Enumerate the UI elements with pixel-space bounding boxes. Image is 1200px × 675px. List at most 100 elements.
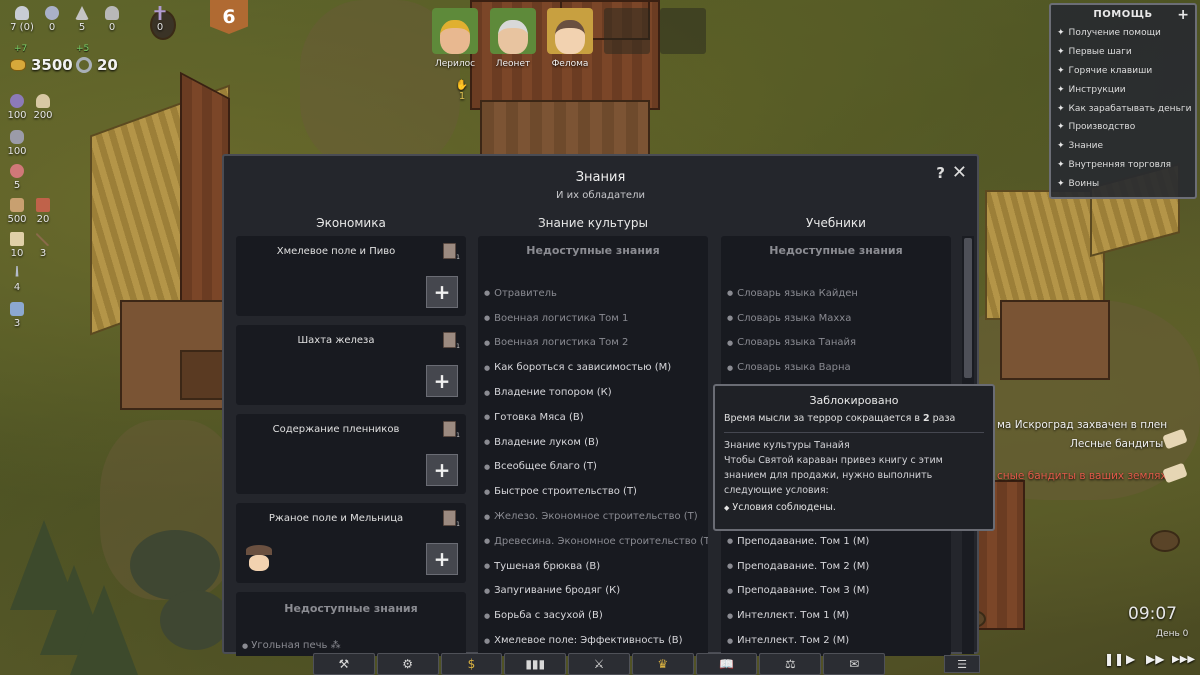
help-item[interactable]: ✦ Как зарабатывать деньги (1057, 99, 1192, 118)
knowledge-item[interactable]: ● Интеллект. Том 1 (М) (721, 603, 951, 628)
portrait-lerilos[interactable] (432, 8, 478, 54)
portrait-leonet[interactable] (490, 8, 536, 54)
help-item[interactable]: ✦ Знание (1057, 137, 1189, 156)
extra-value: 1 (458, 91, 466, 102)
knowledge-item[interactable]: ● Интеллект. Том 2 (М) (721, 628, 951, 653)
resource-value: 5 (13, 180, 21, 191)
knowledge-item[interactable]: ● Тушеная брюква (В) (478, 554, 708, 579)
knowledge-item[interactable]: ● Быстрое строительство (Т) (478, 479, 708, 504)
law-scales-button[interactable]: ⚖ (759, 653, 822, 675)
knowledge-item[interactable]: ● Словарь языка Варна (721, 355, 951, 380)
play-button[interactable]: ▶ (1126, 652, 1135, 666)
knowledge-item[interactable]: ● Отравитель (478, 281, 708, 306)
help-item[interactable]: ✦ Производство (1057, 118, 1189, 137)
help-item-label: Как зарабатывать деньги (1068, 103, 1192, 114)
resource-workers[interactable]: 0 (42, 6, 62, 33)
knowledge-book-button[interactable]: 📖 (695, 653, 758, 675)
help-question-button[interactable]: ? (936, 164, 945, 182)
knowledge-item[interactable]: ● Древесина. Экономное строительство (Т) (478, 529, 708, 554)
fastest-button[interactable]: ▶▶▶ (1172, 654, 1195, 665)
resource-wood[interactable]: 500 (6, 198, 28, 225)
empty-portrait-slot[interactable] (604, 8, 650, 54)
iron-delta: +5 (76, 44, 90, 54)
help-item[interactable]: ✦ Воины (1057, 174, 1189, 193)
help-item[interactable]: ✦ Горячие клавиши (1057, 62, 1189, 81)
economy-card-title: Ржаное поле и Мельница (268, 513, 404, 524)
economy-card-title: Хмелевое поле и Пиво (276, 246, 396, 257)
economy-card[interactable]: Шахта железа + (236, 325, 466, 405)
fast-forward-button[interactable]: ▶▶ (1146, 652, 1164, 666)
resource-grain[interactable]: 200 (32, 94, 54, 121)
menu-list-button[interactable]: ☰ (944, 655, 980, 673)
money-bag-button[interactable]: $ (440, 653, 503, 675)
crown-button[interactable]: ♛ (631, 653, 694, 675)
resource-value: 3 (39, 248, 47, 259)
resource-scroll[interactable]: 10 (6, 232, 28, 259)
help-item[interactable]: ✦ Первые шаги (1057, 43, 1189, 62)
book-icon (443, 243, 460, 261)
help-item[interactable]: ✦ Получение помощи (1057, 24, 1189, 43)
economy-card[interactable]: Ржаное поле и Мельница + (236, 503, 466, 583)
knowledge-item[interactable]: ● Словарь языка Кайден (721, 281, 951, 306)
close-button[interactable]: ✕ (952, 162, 967, 183)
bullet-icon: ● (484, 338, 491, 347)
help-item[interactable]: ✦ Внутренняя торговля (1057, 156, 1189, 175)
bullet-icon: ● (484, 363, 491, 372)
add-holder-button[interactable]: + (426, 276, 458, 308)
knowledge-item[interactable]: ● Готовка Мяса (В) (478, 405, 708, 430)
resource-brick[interactable]: 20 (32, 198, 54, 225)
resource-people[interactable]: 7 (0) (10, 6, 34, 33)
scrollbar-thumb[interactable] (964, 238, 972, 378)
knowledge-item[interactable]: ● Словарь языка Танайя (721, 331, 951, 356)
add-holder-button[interactable]: + (426, 543, 458, 575)
knowledge-item[interactable]: ● Как бороться с зависимостью (М) (478, 355, 708, 380)
knowledge-item[interactable]: ● Запугивание бродяг (К) (478, 579, 708, 604)
gold-counter[interactable]: 3500 (10, 56, 73, 74)
iron-counter[interactable]: 20 (76, 56, 118, 74)
resource-bow[interactable]: 3 (32, 232, 54, 259)
resource-value: 500 (7, 214, 27, 225)
knowledge-item[interactable]: ● Борьба с засухой (В) (478, 603, 708, 628)
empty-portrait-slot[interactable] (660, 8, 706, 54)
tooltip-effect: Время мысли за террор сокращается в 2 ра… (715, 413, 993, 424)
resource-wine[interactable]: 100 (6, 130, 28, 157)
notification[interactable]: ма Искроград захвачен в плен (997, 419, 1167, 431)
settings-gear-button[interactable]: ⚙ (376, 653, 439, 675)
build-hammer-button[interactable]: ⚒ (313, 653, 375, 675)
statistics-button[interactable]: ▮▮▮ (504, 653, 567, 675)
resource-sword[interactable]: 4 (6, 266, 28, 293)
knowledge-item[interactable]: ● Хмелевое поле: Эффективность (В) (478, 628, 708, 653)
resource-meat[interactable]: 5 (6, 164, 28, 191)
economy-card[interactable]: Содержание пленников + (236, 414, 466, 494)
notification-alert[interactable]: сные бандиты в ваших землях (997, 470, 1167, 482)
economy-card[interactable]: Хмелевое поле и Пиво + (236, 236, 466, 316)
resource-prisoners[interactable]: 0 (102, 6, 122, 33)
resource-food[interactable]: 100 (6, 94, 28, 121)
map-letter-button[interactable]: ✉ (823, 653, 886, 675)
knowledge-item[interactable]: ● Всеобщее благо (Т) (478, 455, 708, 480)
knowledge-item[interactable]: ● Преподавание. Том 1 (М) (721, 529, 951, 554)
resource-armor[interactable]: 3 (6, 302, 28, 329)
help-item[interactable]: ✦ Инструкции (1057, 80, 1189, 99)
culture-knowledge-list[interactable]: Недоступные знания ● Отравитель ● Военная л… (478, 236, 708, 656)
knowledge-item[interactable]: ● Железо. Экономное строительство (Т) (478, 504, 708, 529)
military-swords-button[interactable]: ⚔ (568, 653, 630, 675)
knowledge-item[interactable]: ● Преподавание. Том 3 (М) (721, 579, 951, 604)
holder-portrait-icon[interactable] (246, 545, 272, 573)
knowledge-item[interactable]: ● Словарь языка Махха (721, 306, 951, 331)
knowledge-item[interactable]: ● Военная логистика Том 1 (478, 306, 708, 331)
knowledge-item[interactable]: ● Преподавание. Том 2 (М) (721, 554, 951, 579)
knowledge-item[interactable]: ● Владение топором (К) (478, 380, 708, 405)
add-holder-button[interactable]: + (426, 454, 458, 486)
pause-button[interactable]: ❚❚ (1104, 652, 1124, 666)
help-expand-button[interactable]: + (1177, 7, 1189, 23)
knowledge-item[interactable]: ● Владение луком (В) (478, 430, 708, 455)
add-holder-button[interactable]: + (426, 365, 458, 397)
iron-ring-icon (76, 57, 92, 73)
notification[interactable]: Лесные бандиты (1070, 438, 1163, 450)
resource-soldiers[interactable]: 5 (72, 6, 92, 33)
knowledge-item[interactable]: ● Военная логистика Том 2 (478, 331, 708, 356)
knowledge-item-label: Преподавание. Том 3 (М) (737, 585, 870, 597)
resource-dead[interactable]: 0 (150, 6, 170, 33)
portrait-feloma[interactable] (547, 8, 593, 54)
